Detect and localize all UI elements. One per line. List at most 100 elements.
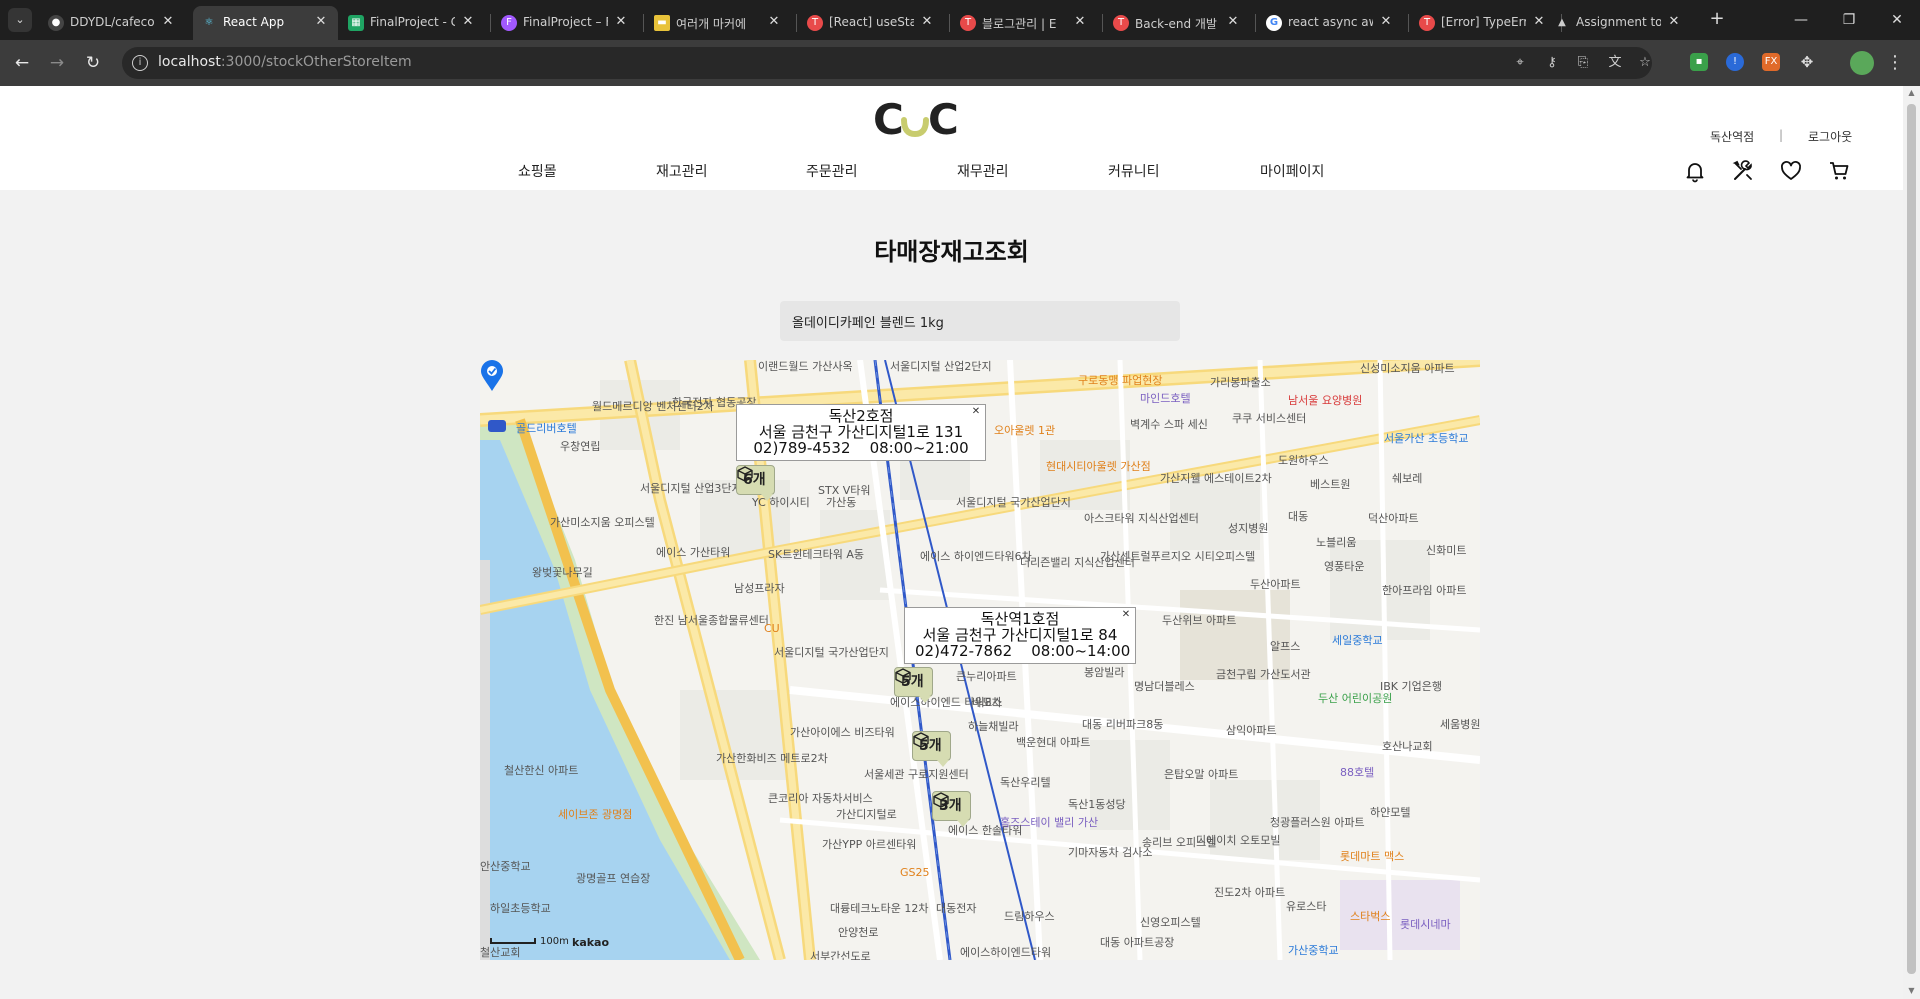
map-label: 신영오피스텔 <box>1140 916 1201 929</box>
nav-shopping-mall[interactable]: 쇼핑몰 <box>518 161 557 181</box>
nav-mypage[interactable]: 마이페이지 <box>1260 161 1324 181</box>
product-search-input[interactable] <box>780 301 1180 341</box>
url-text[interactable]: localhost:3000/stockOtherStoreItem <box>158 54 412 70</box>
forward-icon[interactable]: → <box>45 51 69 75</box>
browser-tab[interactable]: T Back-end 개발 ✕ <box>1105 6 1250 40</box>
tab-close-icon[interactable]: ✕ <box>459 13 477 31</box>
map-label: 바모스 <box>972 696 1003 709</box>
install-app-icon[interactable]: ⎘ <box>1574 54 1592 72</box>
map-label: 골드리버호텔 <box>516 422 577 435</box>
map-label: 금천구립 가산도서관 <box>1216 668 1311 681</box>
browser-tab[interactable]: T 블로그관리 | E ✕ <box>952 6 1097 40</box>
bell-icon[interactable] <box>1683 159 1707 183</box>
address-bar[interactable]: i localhost:3000/stockOtherStoreItem ⌖ ⚷… <box>122 47 1652 79</box>
tistory-icon: T <box>1419 15 1435 31</box>
stock-marker[interactable]: 3개 <box>932 791 971 827</box>
menu-kebab-icon[interactable]: ⋮ <box>1885 51 1905 75</box>
page-scrollbar[interactable]: ▲ ▼ <box>1903 86 1920 999</box>
tab-separator <box>796 14 797 32</box>
back-icon[interactable]: ← <box>10 51 34 75</box>
browser-tab[interactable]: G react async aw ✕ <box>1258 6 1403 40</box>
map-label: 세이브존 광명점 <box>558 808 633 821</box>
scroll-up-icon[interactable]: ▲ <box>1907 88 1916 97</box>
map-label: 삼익아파트 <box>1226 724 1277 737</box>
extension-icon[interactable]: FX <box>1762 53 1780 71</box>
browser-tab[interactable]: ▲ Assignment to ✕ <box>1546 6 1691 40</box>
cart-icon[interactable] <box>1827 159 1851 183</box>
nav-inventory[interactable]: 재고관리 <box>656 161 708 181</box>
site-info-icon[interactable]: i <box>132 55 148 71</box>
map-label: 서울세관 구로지원센터 <box>864 768 969 781</box>
map-label: 호산나교회 <box>1382 740 1433 753</box>
bookmark-star-icon[interactable]: ☆ <box>1636 54 1654 72</box>
tab-close-icon[interactable]: ✕ <box>1665 13 1683 31</box>
tab-close-icon[interactable]: ✕ <box>918 13 936 31</box>
site-header: C C 독산역점 | 로그아웃 <box>0 86 1903 152</box>
nav-community[interactable]: 커뮤니티 <box>1108 161 1160 181</box>
reload-icon[interactable]: ↻ <box>81 51 105 75</box>
extension-icon[interactable]: ▪ <box>1690 53 1708 71</box>
stock-marker[interactable]: 6개 <box>736 465 775 501</box>
tab-close-icon[interactable]: ✕ <box>312 13 330 31</box>
map-label: 기마자동차 검사소 <box>1068 846 1153 859</box>
map-label: 디에이치 오토모빌 <box>1196 834 1281 847</box>
close-icon[interactable]: ✕ <box>1121 610 1131 620</box>
tools-icon[interactable] <box>1731 159 1755 183</box>
map-label: 대동 아파트공장 <box>1100 936 1175 949</box>
map-label: 남성프라자 <box>734 582 785 595</box>
site-logo[interactable]: C C <box>873 94 957 142</box>
heart-icon[interactable] <box>1779 159 1803 183</box>
browser-tab[interactable]: T [React] useStat ✕ <box>799 6 944 40</box>
map-label: 롯데마트 맥스 <box>1340 850 1405 863</box>
restore-icon[interactable]: ❐ <box>1834 8 1864 32</box>
location-icon[interactable]: ⌖ <box>1511 54 1529 72</box>
browser-tab[interactable]: ● DDYDL/cafeco ✕ <box>40 6 185 40</box>
tab-close-icon[interactable]: ✕ <box>159 13 177 31</box>
avatar[interactable] <box>1850 51 1874 75</box>
browser-tab[interactable]: ▦ FinalProject - G ✕ <box>340 6 485 40</box>
tab-close-icon[interactable]: ✕ <box>612 13 630 31</box>
map-label: CU <box>764 622 780 635</box>
store-infowindow[interactable]: ✕ 독산2호점 서울 금천구 가산디지털1로 131 02)789-4532 0… <box>736 404 986 461</box>
map-label: 알프스 <box>1270 640 1301 653</box>
tab-close-icon[interactable]: ✕ <box>1071 13 1089 31</box>
extension-icon[interactable]: ! <box>1726 53 1744 71</box>
map-label: 서울디지털 산업2단지 <box>890 360 992 373</box>
close-window-icon[interactable]: ✕ <box>1882 8 1912 32</box>
scroll-down-icon[interactable]: ▼ <box>1907 986 1916 995</box>
minimize-icon[interactable]: — <box>1786 8 1816 32</box>
tab-close-icon[interactable]: ✕ <box>1377 13 1395 31</box>
nav-orders[interactable]: 주문관리 <box>806 161 858 181</box>
close-icon[interactable]: ✕ <box>971 407 981 417</box>
puzzle-icon[interactable]: ✥ <box>1798 53 1816 71</box>
map-label: 가산센트럴푸르지오 시티오피스텔 <box>1100 550 1256 563</box>
tab-separator <box>643 14 644 32</box>
browser-tab[interactable]: F FinalProject – F ✕ <box>493 6 638 40</box>
page-viewport: C C 독산역점 | 로그아웃 쇼핑몰 재고관리 주문관리 재무관리 커뮤니티 … <box>0 86 1903 999</box>
stock-marker[interactable]: 5개 <box>912 731 951 767</box>
map-label: 덕산아파트 <box>1368 512 1419 525</box>
tab-close-icon[interactable]: ✕ <box>765 13 783 31</box>
tab-close-icon[interactable]: ✕ <box>1224 13 1242 31</box>
store-infowindow[interactable]: ✕ 독산역1호점 서울 금천구 가산디지털1로 84 02)472-7862 0… <box>904 607 1136 664</box>
nav-finance[interactable]: 재무관리 <box>957 161 1009 181</box>
stock-marker[interactable]: 5개 <box>894 667 933 703</box>
browser-tab[interactable]: ▬ 여러개 마커에 ✕ <box>646 6 791 40</box>
tab-search-button[interactable]: ⌄ <box>8 8 32 32</box>
browser-tab[interactable]: T [Error] TypeErr ✕ <box>1411 6 1556 40</box>
map-label: 세움병원 본관 <box>1440 718 1480 731</box>
map-label: 구로동맹 파업현장 <box>1078 374 1163 387</box>
logout-link[interactable]: 로그아웃 <box>1808 128 1852 145</box>
scrollbar-thumb[interactable] <box>1907 104 1916 974</box>
store-map[interactable]: 이랜드월드 가산사옥 서울디지털 산업2단지 월드메르디앙 벤처센터2차 한국전… <box>480 360 1480 960</box>
map-label: 명남더블레스 <box>1134 680 1195 693</box>
map-label: 독산우리텔 <box>1000 776 1051 789</box>
current-location-pin-icon[interactable] <box>480 360 504 392</box>
new-tab-button[interactable]: + <box>1705 8 1729 32</box>
browser-tab-active[interactable]: ⚛ React App ✕ <box>193 6 338 40</box>
translate-icon[interactable]: 文 <box>1606 54 1624 72</box>
key-icon[interactable]: ⚷ <box>1543 54 1561 72</box>
store-name: 독산2호점 <box>828 407 894 425</box>
page-title: 타매장재고조회 <box>874 238 1029 266</box>
map-label: 가리봉파출소 <box>1210 376 1271 389</box>
